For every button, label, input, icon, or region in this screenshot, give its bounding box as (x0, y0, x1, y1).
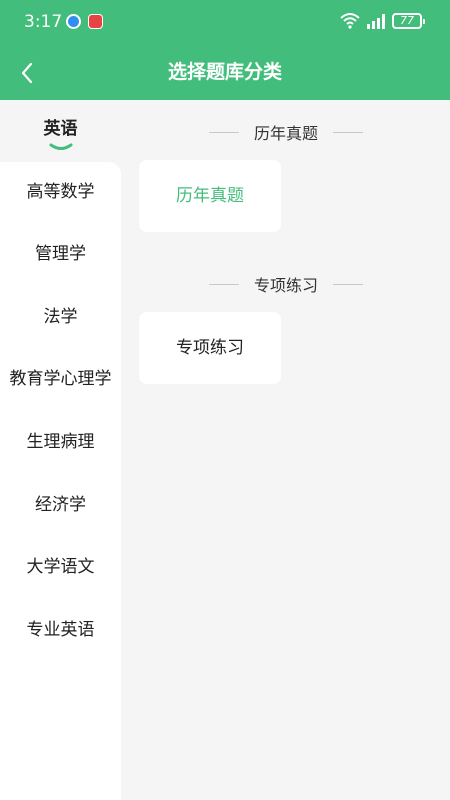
divider-line (209, 131, 239, 133)
page-title: 选择题库分类 (167, 61, 282, 83)
sidebar-item-physiology-pathology[interactable]: 生理病理 (0, 422, 121, 462)
category-content: 历年真题 历年真题 专项练习 专项练习 (121, 100, 450, 800)
section-title-past-exams: 历年真题 (209, 121, 363, 143)
section-title-special-practice: 专项练习 (209, 273, 363, 295)
active-indicator-icon (49, 143, 73, 150)
app-header: 3:17 77 选择题库分类 (0, 0, 450, 100)
status-time: 3:17 (24, 12, 63, 32)
sidebar-list: 高等数学 管理学 法学 教育学心理学 生理病理 经济学 大学语文 专业英语 (0, 162, 121, 800)
chat-notification-icon (66, 14, 81, 29)
wifi-icon (340, 13, 360, 29)
divider-line (209, 283, 239, 285)
sidebar-item-active[interactable]: 英语 (0, 100, 121, 162)
sidebar-item-law[interactable]: 法学 (0, 297, 121, 337)
divider-line (332, 131, 363, 133)
section-title-label: 历年真题 (253, 124, 318, 143)
sidebar-item-professional-english[interactable]: 专业英语 (0, 610, 121, 650)
battery-indicator: 77 (392, 13, 425, 29)
sidebar-item-advanced-math[interactable]: 高等数学 (0, 172, 121, 212)
status-bar: 3:17 77 (0, 0, 450, 44)
divider-line (332, 283, 363, 285)
sidebar-item-management[interactable]: 管理学 (0, 234, 121, 274)
past-exams-card[interactable]: 历年真题 (139, 160, 281, 232)
app-notification-icon (88, 14, 103, 29)
category-sidebar: 英语 高等数学 管理学 法学 教育学心理学 生理病理 经济学 大学语文 专业英语 (0, 100, 121, 800)
sidebar-item-label: 英语 (43, 119, 78, 139)
signal-icon (367, 14, 385, 29)
sidebar-item-education-psychology[interactable]: 教育学心理学 (0, 359, 121, 399)
sidebar-item-college-chinese[interactable]: 大学语文 (0, 547, 121, 587)
special-practice-card[interactable]: 专项练习 (139, 312, 281, 384)
section-title-label: 专项练习 (253, 276, 318, 295)
sidebar-item-economics[interactable]: 经济学 (0, 485, 121, 525)
